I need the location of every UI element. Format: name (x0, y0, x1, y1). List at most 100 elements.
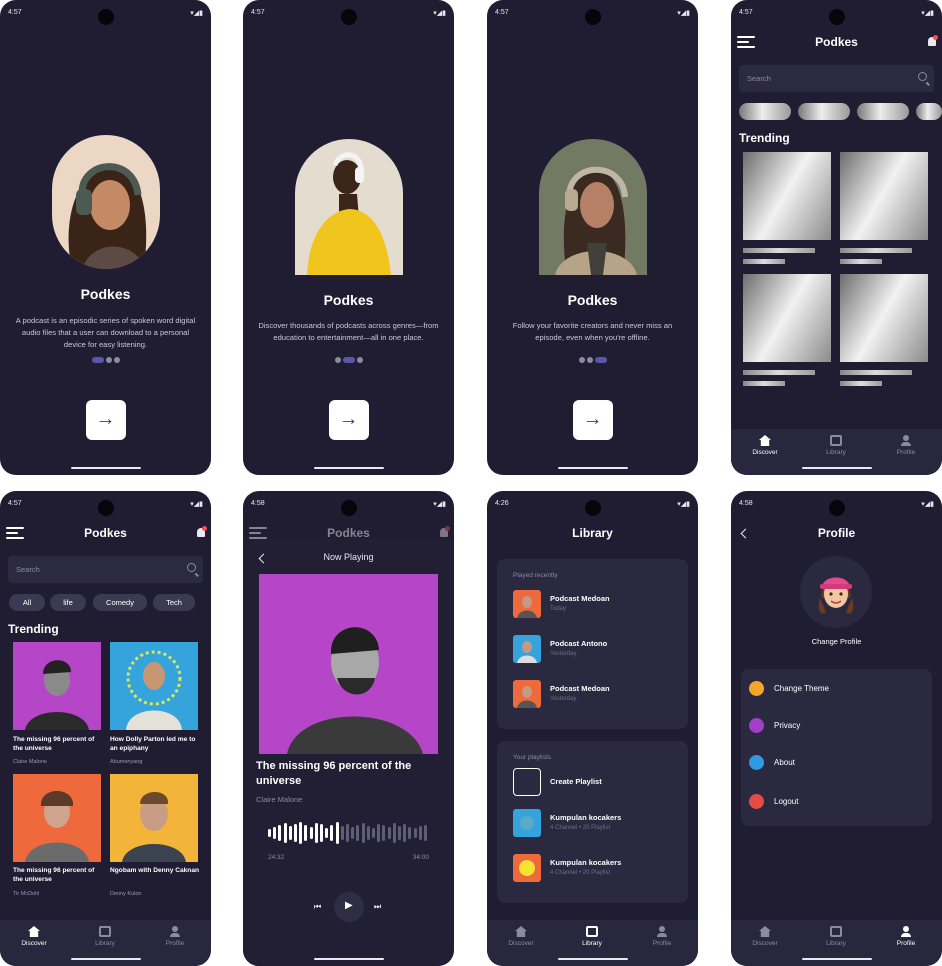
waveform-bar (346, 824, 349, 842)
playlist-label: Your playlists (513, 754, 552, 761)
library-screen: 4:26 ▾◢▮ Library Played recently Podcast … (487, 491, 698, 966)
play-button[interactable]: ▶ (334, 892, 364, 922)
home-indicator (313, 958, 384, 960)
status-bar: 4:57 ▾◢▮ (251, 8, 446, 20)
notification-bell-icon[interactable] (197, 526, 207, 537)
home-indicator (313, 467, 384, 469)
next-button[interactable]: → (572, 400, 613, 440)
recent-item-name[interactable]: Podcast Antono (550, 639, 607, 648)
text-skeleton (840, 381, 882, 386)
recent-item-name[interactable]: Podcast Medoan (550, 594, 610, 603)
onboarding-title: Podkes (80, 286, 131, 302)
playlist-name[interactable]: Kumpulan kocakers (550, 858, 621, 867)
next-button[interactable]: → (85, 400, 126, 440)
audio-waveform[interactable] (268, 821, 428, 845)
waveform-bar (403, 824, 407, 842)
chip-tech[interactable]: Tech (153, 594, 195, 611)
page-indicator (487, 357, 698, 363)
episode-cover (259, 574, 438, 754)
notification-bell-icon[interactable] (928, 35, 938, 46)
search-input[interactable]: Search (8, 556, 203, 583)
nav-discover[interactable]: Discover (735, 926, 795, 947)
nav-profile[interactable]: Profile (632, 926, 692, 947)
playlist-meta: 4 Channel • 20 Playlist (550, 825, 611, 831)
logout-icon (749, 794, 764, 809)
chip-skeleton (798, 103, 850, 120)
status-icons: ▾◢▮ (433, 501, 446, 508)
profile-screen: 4:58 ▾◢▮ Profile Change Profile Change Th… (731, 491, 942, 966)
podcast-card-author: Tir McDohl (13, 891, 40, 897)
playlist-thumb (513, 809, 541, 837)
waveform-bar (309, 827, 313, 839)
settings-menu: Change Theme Privacy About Logout (741, 669, 932, 826)
text-skeleton (743, 259, 785, 264)
profile-icon (656, 926, 668, 937)
nav-profile[interactable]: Profile (876, 435, 936, 456)
nav-library[interactable]: Library (806, 926, 866, 947)
recent-item-time: Yesterday (550, 696, 577, 702)
next-button[interactable]: → (328, 400, 369, 440)
chip-life[interactable]: life (50, 594, 86, 611)
nav-discover[interactable]: Discover (735, 435, 795, 456)
waveform-bar (325, 828, 329, 838)
waveform-bar (366, 826, 370, 840)
avatar[interactable] (800, 556, 872, 628)
chip-all[interactable]: All (9, 594, 45, 611)
waveform-bar (408, 827, 412, 839)
now-playing-screen: 4:58 ▾◢▮ Podkes Now Playing The missing 9… (243, 491, 454, 966)
waveform-bar (377, 824, 381, 842)
discover-screen: 4:57 ▾◢▮ Podkes Search All life Comedy Te… (0, 491, 211, 966)
page-indicator (243, 357, 454, 363)
previous-icon[interactable]: ⏮ (314, 902, 321, 912)
podcast-card-image[interactable] (13, 642, 101, 730)
discover-loading-screen: 4:57 ▾◢▮ Podkes Search Trending Discover … (731, 0, 942, 475)
library-icon (830, 435, 842, 446)
status-icons: ▾◢▮ (190, 10, 203, 17)
recent-item-name[interactable]: Podcast Medoan (550, 684, 610, 693)
onboarding-illustration (51, 135, 160, 269)
recent-item-time: Yesterday (550, 651, 577, 657)
nav-discover[interactable]: Discover (4, 926, 64, 947)
next-icon[interactable]: ⏭ (374, 902, 381, 912)
podcast-card-image[interactable] (110, 642, 198, 730)
nav-discover[interactable]: Discover (491, 926, 551, 947)
elapsed-time: 24:32 (268, 854, 285, 861)
create-playlist-button[interactable]: Create Playlist (550, 777, 602, 786)
status-time: 4:58 (251, 500, 265, 507)
app-title: Podkes (327, 526, 370, 540)
chip-skeleton (739, 103, 791, 120)
waveform-bar (387, 827, 391, 839)
nav-library[interactable]: Library (562, 926, 622, 947)
chip-skeleton (857, 103, 909, 120)
nav-library[interactable]: Library (75, 926, 135, 947)
chip-comedy[interactable]: Comedy (93, 594, 147, 611)
home-indicator (801, 958, 872, 960)
nav-library[interactable]: Library (806, 435, 866, 456)
library-icon (830, 926, 842, 937)
playlist-section: Your playlists Create Playlist Kumpulan … (497, 741, 688, 903)
home-indicator (557, 467, 628, 469)
home-icon (28, 926, 40, 937)
recent-label: Played recently (513, 572, 558, 579)
page-title: Profile (817, 526, 856, 540)
status-bar: 4:26 ▾◢▮ (495, 499, 690, 511)
library-icon (586, 926, 598, 937)
search-input[interactable]: Search (739, 65, 934, 92)
nav-label: Discover (752, 940, 778, 947)
change-profile-link[interactable]: Change Profile (731, 637, 942, 646)
text-skeleton (743, 248, 815, 253)
home-icon (759, 435, 771, 446)
nav-profile[interactable]: Profile (145, 926, 205, 947)
podcast-card-image[interactable] (110, 774, 198, 862)
onboarding-screen-1: 4:57 ▾◢▮ Podkes A podcast is an episodic … (0, 0, 211, 475)
podcast-card-image[interactable] (13, 774, 101, 862)
menu-label: About (774, 758, 795, 767)
page-title: Library (572, 526, 613, 540)
create-playlist-icon[interactable] (513, 768, 541, 796)
podcast-thumb (513, 635, 541, 663)
playlist-name[interactable]: Kumpulan kocakers (550, 813, 621, 822)
text-skeleton (840, 370, 912, 375)
text-skeleton (743, 381, 785, 386)
nav-profile[interactable]: Profile (876, 926, 936, 947)
status-bar: 4:58 ▾◢▮ (739, 499, 934, 511)
